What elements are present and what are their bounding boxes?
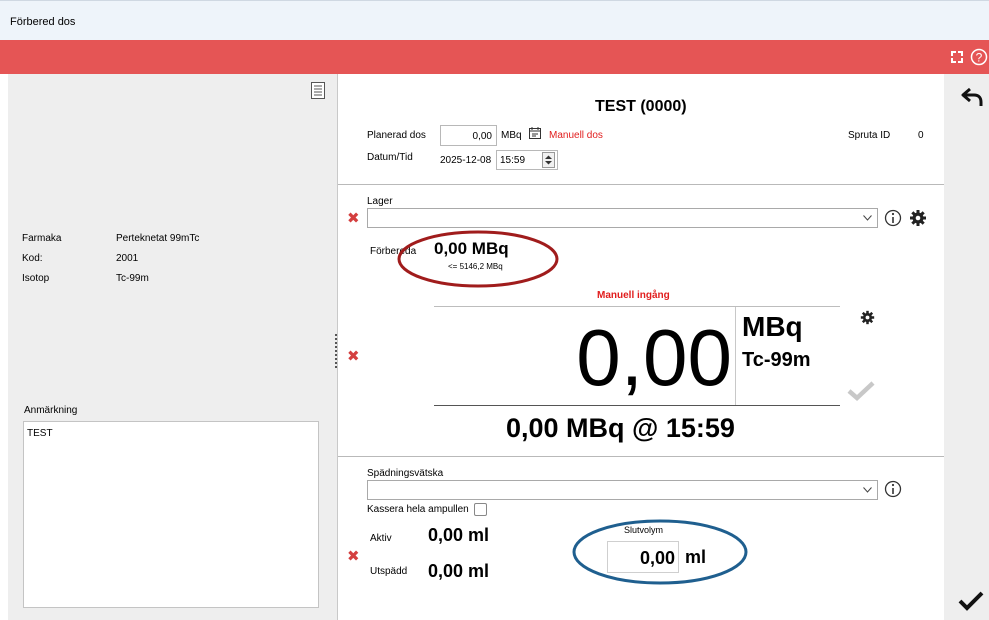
lager-info-icon[interactable] [884,209,902,227]
diluted-label: Utspädd [370,566,408,577]
active-value: 0,00 ml [428,525,490,545]
manual-summary: 0,00 MBq @ 15:59 [506,413,735,443]
syringe-id-label: Spruta ID [848,130,891,141]
active-label: Aktiv [370,533,392,544]
planned-dose-value: 0,00 [472,131,492,142]
diluted-value: 0,00 ml [428,561,490,581]
dilution-label: Spädningsvätska [367,468,444,479]
annotation-ellipse-prepared [397,230,559,288]
time-spinner[interactable] [542,152,555,168]
info-label-kod: Kod: [22,253,43,264]
window-title-bar: Förbered dos [0,0,989,40]
discard-ampoule-label: Kassera hela ampullen [367,504,469,515]
remark-label: Anmärkning [24,405,78,416]
chevron-down-icon [863,487,872,493]
document-icon[interactable] [311,82,325,99]
time-value: 15:59 [500,155,526,166]
calendar-dose-icon[interactable] [529,127,541,139]
lager-label: Lager [367,196,393,207]
window-title: Förbered dos [10,16,76,28]
manual-dose-link[interactable]: Manuell dos [549,130,603,141]
datetime-label: Datum/Tid [367,152,413,163]
manual-input-title: Manuell ingång [597,290,670,301]
lager-settings-icon[interactable] [909,209,927,227]
action-strip [944,74,989,620]
planned-dose-unit: MBq [501,130,522,141]
header-bar [0,40,989,74]
info-value-farmaka: Perteknetat 99mTc [116,233,200,244]
manual-isotope: Tc-99m [742,349,811,371]
syringe-id-value: 0 [918,130,924,141]
planned-dose-input[interactable]: 0,00 [440,125,497,146]
annotation-ellipse-final-volume [572,519,748,585]
pane-divider [337,74,338,620]
manual-value: 0,00 [576,313,732,402]
lager-select[interactable] [367,208,878,228]
svg-text:?: ? [976,51,983,65]
expand-icon[interactable] [950,50,964,64]
remark-text: TEST [27,428,53,439]
manual-settings-icon[interactable] [860,310,875,325]
dilution-select[interactable] [367,480,878,500]
time-input[interactable]: 15:59 [496,150,558,170]
clear-dilution-icon[interactable]: ✖ [347,549,360,564]
planned-dose-label: Planerad dos [367,130,426,141]
chevron-down-icon [863,215,872,221]
undo-icon[interactable] [961,86,985,108]
info-value-kod: 2001 [116,253,139,264]
date-value: 2025-12-08 [440,155,492,166]
dilution-info-icon[interactable] [884,480,902,498]
manual-accept-check-icon[interactable] [847,380,875,402]
confirm-check-icon[interactable] [958,590,984,612]
section-divider-1 [338,184,944,185]
clear-manual-icon[interactable]: ✖ [347,349,360,364]
patient-title: TEST (0000) [595,98,687,115]
info-label-isotop: Isotop [22,273,50,284]
help-icon[interactable]: ? [970,48,988,66]
manual-unit: MBq [742,311,803,342]
section-divider-2 [338,456,944,457]
info-value-isotop: Tc-99m [116,273,149,284]
clear-lager-icon[interactable]: ✖ [347,211,360,226]
remark-textarea[interactable]: TEST [23,421,319,608]
discard-ampoule-checkbox[interactable] [474,503,487,516]
info-label-farmaka: Farmaka [22,233,62,244]
